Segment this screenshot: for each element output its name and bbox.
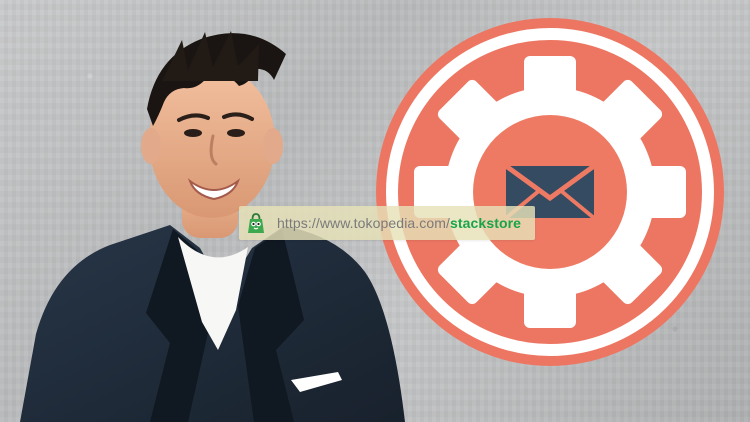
- hero-image: https://www.tokopedia.com/stackstore: [0, 0, 750, 422]
- store-url-watermark: https://www.tokopedia.com/stackstore: [239, 206, 535, 240]
- right-ear: [263, 128, 283, 164]
- store-url-text: https://www.tokopedia.com/stackstore: [277, 216, 521, 230]
- store-url-prefix: https://www.tokopedia.com/: [277, 215, 451, 231]
- shopping-bag-svg: [248, 213, 264, 233]
- left-eye: [184, 129, 202, 137]
- right-eye: [227, 129, 245, 137]
- store-url-suffix: stackstore: [450, 215, 522, 231]
- shopping-bag-icon: [243, 210, 269, 236]
- left-ear: [141, 128, 161, 164]
- email-settings-logo: [376, 18, 724, 366]
